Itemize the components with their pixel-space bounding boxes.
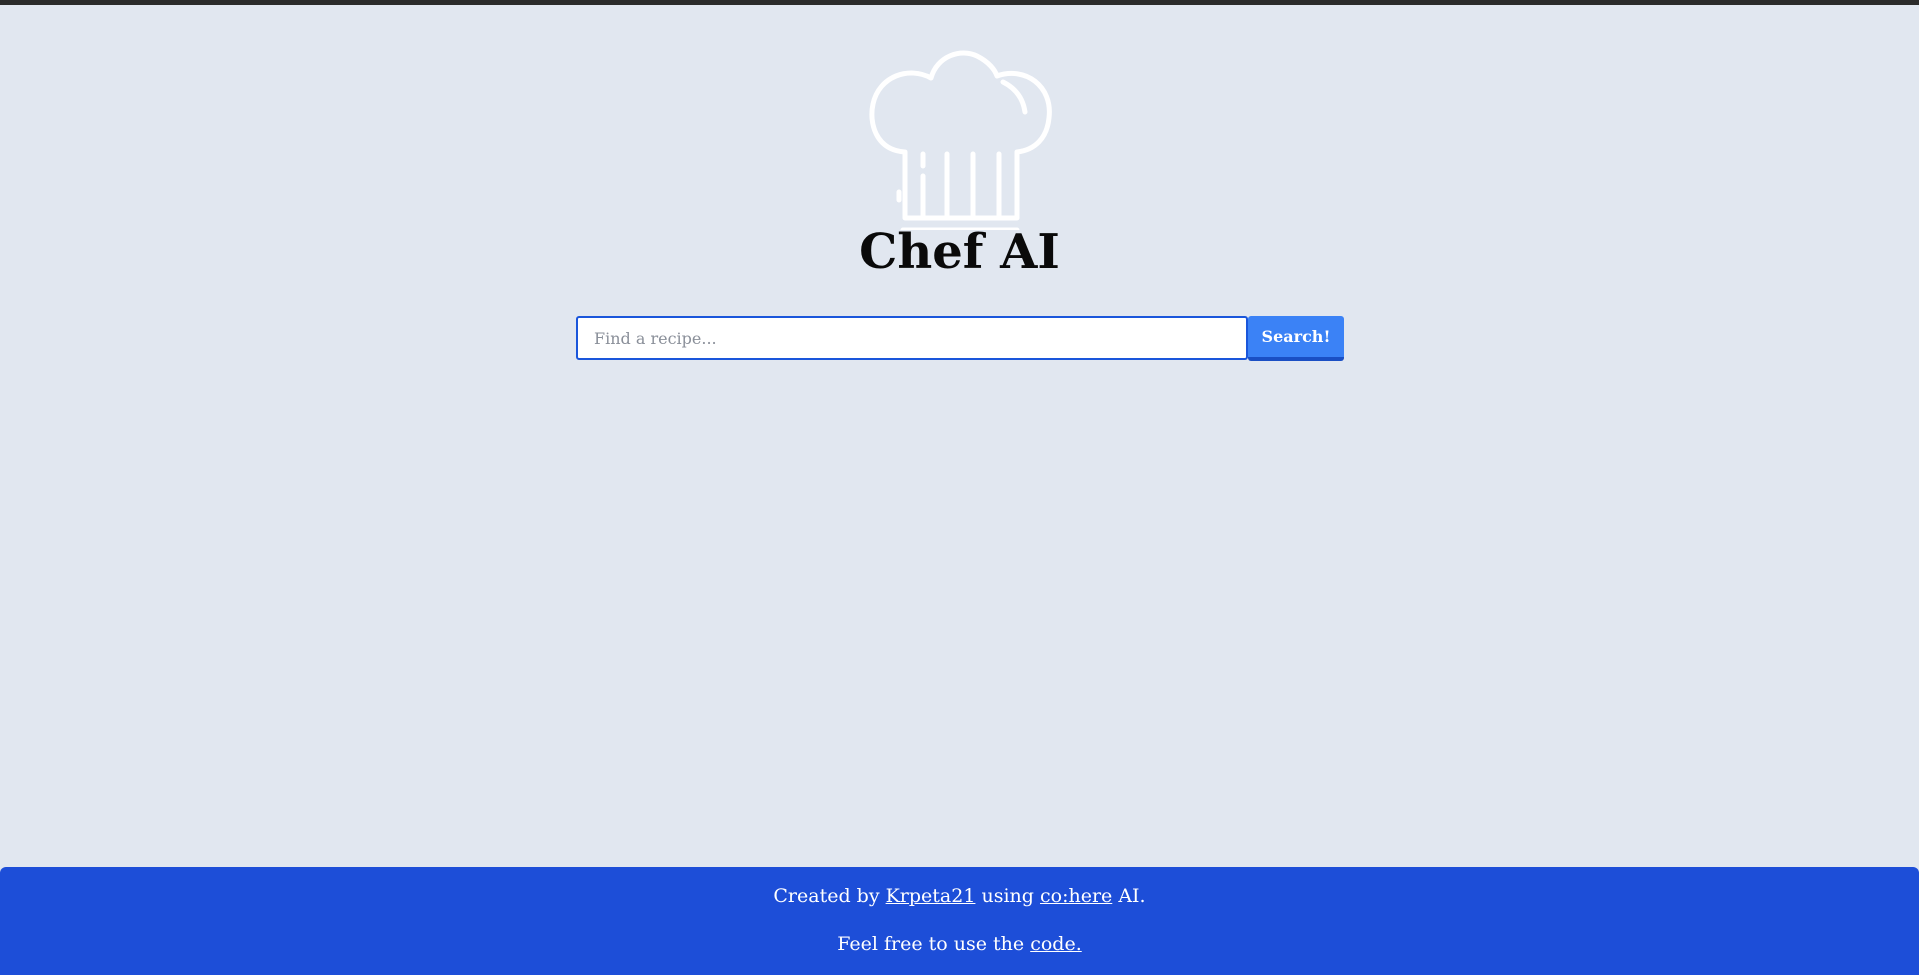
footer-code-prefix: Feel free to use the: [837, 933, 1031, 955]
footer-code-line: Feel free to use the code.: [0, 933, 1919, 955]
page-title: Chef AI: [859, 224, 1060, 280]
search-input[interactable]: [576, 316, 1248, 360]
cohere-link[interactable]: co:here: [1040, 885, 1112, 907]
chef-hat-icon: [869, 50, 1052, 230]
author-link[interactable]: Krpeta21: [886, 885, 976, 907]
footer-credit-middle: using: [975, 885, 1040, 907]
footer-credit-line: Created by Krpeta21 using co:here AI.: [0, 885, 1919, 907]
footer: Created by Krpeta21 using co:here AI. Fe…: [0, 867, 1919, 975]
footer-credit-prefix: Created by: [773, 885, 886, 907]
footer-credit-suffix: AI.: [1112, 885, 1146, 907]
page: Chef AI Search! Created by Krpeta21 usin…: [0, 0, 1919, 975]
search-button[interactable]: Search!: [1248, 316, 1344, 361]
code-link[interactable]: code.: [1030, 933, 1082, 955]
search-form: Search!: [576, 316, 1344, 361]
